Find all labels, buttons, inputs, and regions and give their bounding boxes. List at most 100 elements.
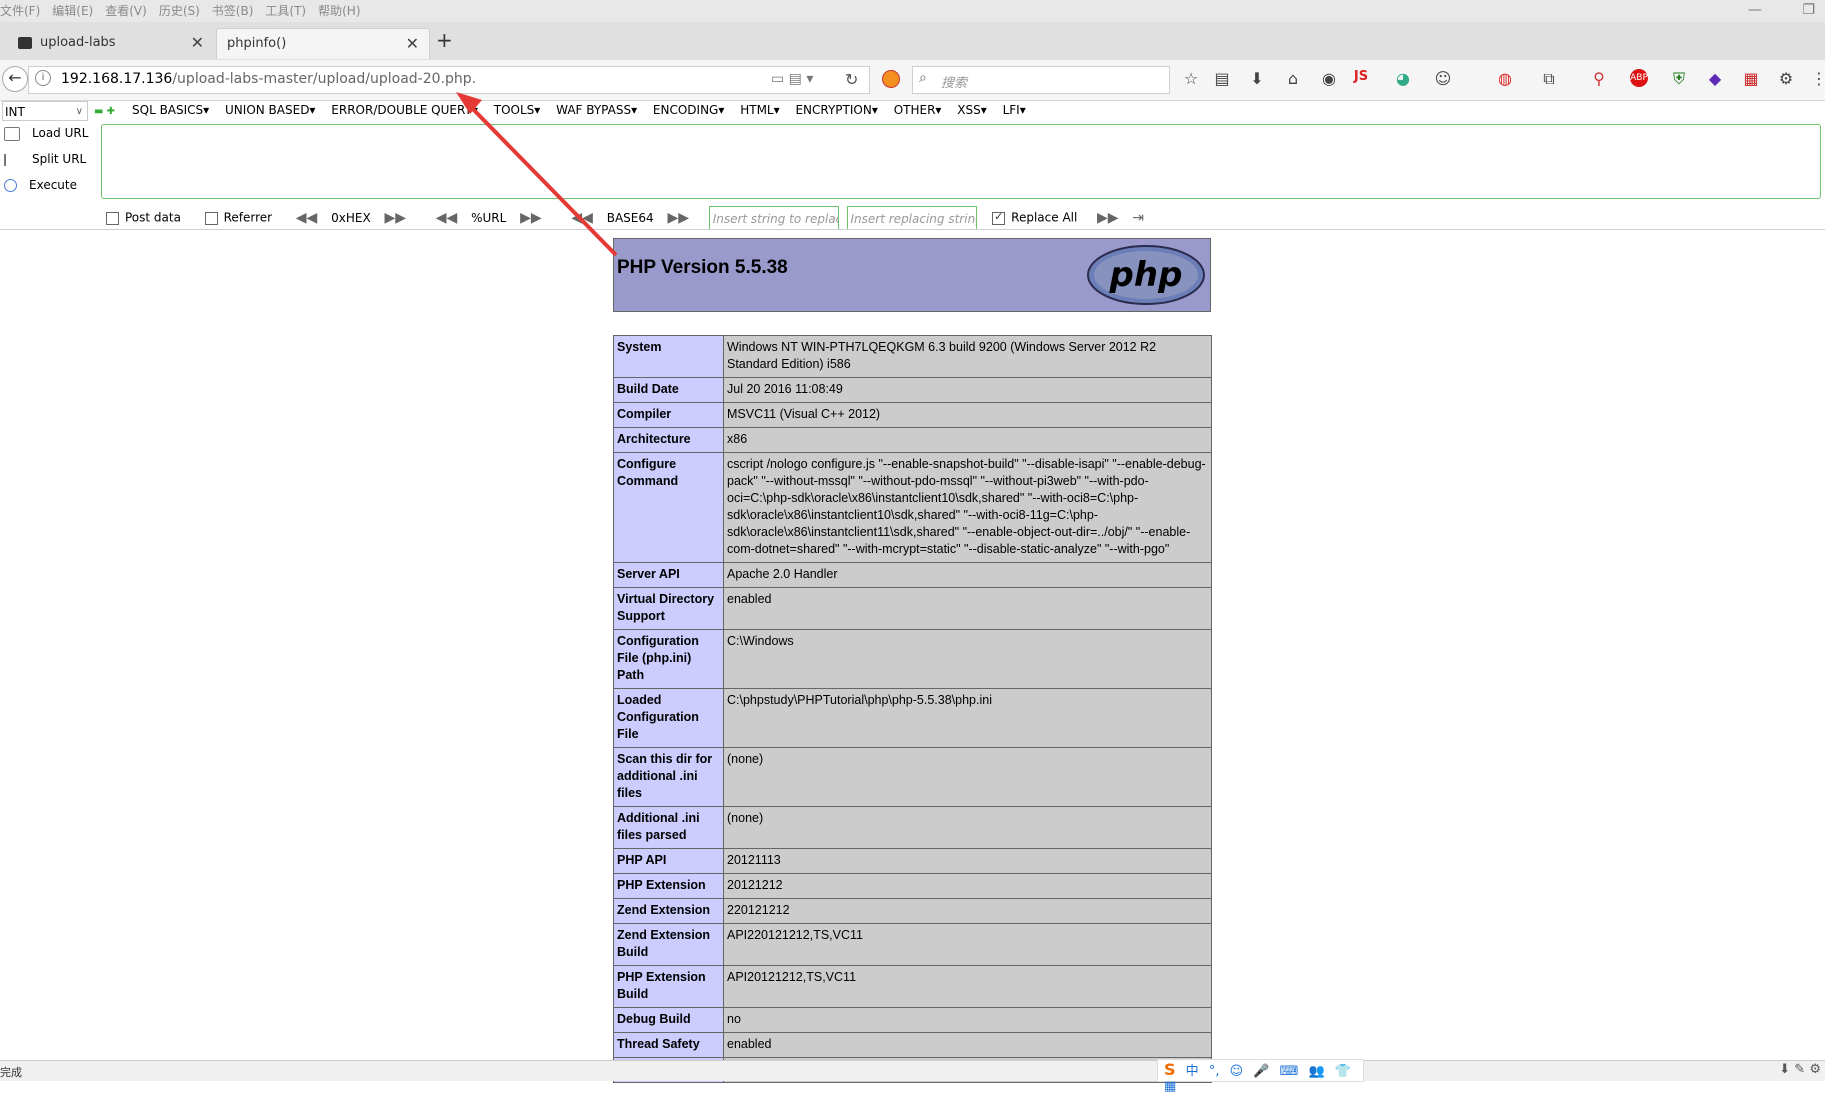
restore-button[interactable]: ❐ — [1802, 2, 1815, 18]
menu-lfi[interactable]: LFI▾ — [1003, 103, 1026, 117]
setting-value: C:\phpstudy\PHPTutorial\php\php-5.5.38\p… — [723, 688, 1212, 748]
replace-go-icon[interactable]: ▶▶ — [1097, 210, 1119, 226]
replace-with-input[interactable]: Insert replacing string — [846, 206, 977, 230]
shield-icon[interactable]: ⛨ — [1668, 69, 1690, 89]
new-tab-button[interactable]: + — [436, 28, 453, 52]
base64-label: BASE64 — [606, 210, 654, 225]
injection-type-select[interactable]: INT ∨ — [2, 101, 88, 121]
reading-list-icon[interactable]: ▤ — [1211, 69, 1233, 88]
plus-minus-icon[interactable]: ▬ ✚ — [94, 106, 115, 117]
menu-union-based[interactable]: UNION BASED▾ — [225, 103, 315, 117]
tab-phpinfo[interactable]: phpinfo() ✕ — [216, 28, 430, 59]
menu-item[interactable]: 帮助(H) — [318, 0, 366, 19]
execute-button[interactable]: Execute — [4, 178, 77, 192]
reader-view-icon[interactable]: ▭ ▤ ▾ — [771, 71, 813, 87]
url-text: 192.168.17.136/upload-labs-master/upload… — [61, 71, 476, 87]
setting-value: enabled — [723, 1032, 1212, 1058]
menu-item[interactable]: 查看(V) — [105, 0, 153, 19]
base64-encode-icon[interactable]: ▶▶ — [667, 210, 689, 226]
search-icon: ⌕ — [919, 70, 927, 86]
replace-find-input[interactable]: Insert string to replace — [708, 206, 839, 230]
minimize-button[interactable]: — — [1748, 2, 1762, 18]
screenshot-icon[interactable]: ⧉ — [1538, 69, 1560, 89]
url-encode-icon[interactable]: ▶▶ — [520, 210, 542, 226]
ime-toolbar: S 中 °, ☺ 🎤 ⌨ 👥 👕 ▦ — [1157, 1059, 1364, 1094]
url-path: /upload-labs-master/upload/upload-20.php… — [172, 71, 477, 87]
base64-decode-icon[interactable]: ◀◀ — [571, 210, 593, 226]
globe-icon[interactable]: ◉ — [1318, 69, 1340, 88]
replace-all-label: Replace All — [1011, 210, 1078, 225]
load-url-button[interactable]: Load URL — [4, 126, 88, 141]
ime-grid-icon[interactable]: ▦ — [1164, 1079, 1176, 1094]
menu-html[interactable]: HTML▾ — [740, 103, 779, 117]
ime-mic-icon[interactable]: 🎤 — [1253, 1064, 1269, 1079]
firebug-icon[interactable]: ◍ — [1494, 69, 1516, 88]
table-row: Configuration File (php.ini) Path C:\Wind… — [613, 629, 1212, 689]
menu-encoding[interactable]: ENCODING▾ — [653, 103, 724, 117]
download-icon[interactable]: ⬇ — [1779, 1062, 1790, 1077]
url-textarea[interactable] — [101, 124, 1821, 199]
menu-encryption[interactable]: ENCRYPTION▾ — [795, 103, 877, 117]
url-decode-icon[interactable]: ◀◀ — [436, 210, 458, 226]
divider — [0, 229, 1825, 230]
close-icon[interactable]: ✕ — [406, 29, 419, 59]
menu-item[interactable]: 编辑(E) — [52, 0, 99, 19]
ime-emoji-icon[interactable]: ☺ — [1230, 1064, 1244, 1079]
reload-icon[interactable]: ↻ — [845, 70, 858, 89]
star-icon[interactable]: ☆ — [1180, 69, 1202, 88]
menu-error-double-query[interactable]: ERROR/DOUBLE QUERY▾ — [331, 103, 478, 117]
menu-waf-bypass[interactable]: WAF BYPASS▾ — [556, 103, 637, 117]
download-icon[interactable]: ⬇ — [1246, 69, 1268, 88]
pin-icon[interactable]: ✎ — [1794, 1062, 1805, 1077]
home-icon[interactable]: ⌂ — [1282, 69, 1304, 88]
hex-encode-icon[interactable]: ▶▶ — [385, 210, 407, 226]
menu-xss[interactable]: XSS▾ — [957, 103, 986, 117]
noscript-icon[interactable] — [882, 70, 900, 88]
table-row: Debug Build no — [613, 1007, 1212, 1033]
table-row: Additional .ini files parsed (none) — [613, 806, 1212, 849]
setting-value: (none) — [723, 806, 1212, 849]
post-data-checkbox[interactable] — [106, 211, 119, 225]
gear-icon[interactable]: ⚙ — [1809, 1062, 1821, 1077]
menu-icon[interactable]: ⋮ — [1808, 69, 1825, 88]
referrer-checkbox[interactable] — [204, 211, 218, 225]
table-row: System Windows NT WIN-PTH7LQEQKGM 6.3 bui… — [613, 335, 1212, 378]
replace-all-checkbox[interactable] — [992, 210, 1006, 225]
search-input[interactable]: ⌕ 搜索 — [912, 66, 1170, 94]
table-row: Zend Extension Build API220121212,TS,VC11 — [613, 923, 1212, 966]
color-icon[interactable]: ▦ — [1740, 69, 1762, 88]
js-icon[interactable]: JS — [1350, 69, 1372, 84]
setting-name: Architecture — [613, 427, 724, 453]
url-bar[interactable]: i 192.168.17.136/upload-labs-master/uplo… — [28, 66, 870, 94]
menu-item[interactable]: 文件(F) — [0, 0, 46, 19]
ime-lang-icon[interactable]: 中 — [1186, 1060, 1199, 1079]
adblock-icon[interactable]: ABP — [1630, 69, 1648, 87]
ime-skin-icon[interactable]: 👕 — [1335, 1064, 1351, 1079]
split-url-button[interactable]: Split URL — [4, 152, 86, 166]
palette-icon[interactable]: ☺ — [1432, 69, 1454, 88]
setting-value: API220121212,TS,VC11 — [723, 923, 1212, 966]
proxy-icon[interactable]: ◕ — [1392, 69, 1414, 88]
zoom-icon[interactable]: ⚲ — [1588, 69, 1610, 88]
close-icon[interactable]: ✕ — [191, 28, 204, 58]
hex-decode-icon[interactable]: ◀◀ — [296, 210, 318, 226]
ime-punct-icon[interactable]: °, — [1209, 1064, 1220, 1079]
extension-icon[interactable]: ◆ — [1704, 69, 1726, 88]
menu-sql-basics[interactable]: SQL BASICS▾ — [132, 103, 209, 117]
php-logo-text: php — [1109, 255, 1183, 295]
info-icon[interactable]: i — [35, 70, 51, 86]
replace-next-icon[interactable]: ⇥ — [1132, 210, 1144, 226]
sogou-logo-icon[interactable]: S — [1164, 1060, 1176, 1079]
menu-other[interactable]: OTHER▾ — [894, 103, 942, 117]
menu-tools[interactable]: TOOLS▾ — [494, 103, 541, 117]
setting-name: Debug Build — [613, 1007, 724, 1033]
settings-icon[interactable]: ⚙ — [1775, 69, 1797, 88]
ime-user-icon[interactable]: 👥 — [1309, 1064, 1325, 1079]
menu-item[interactable]: 历史(S) — [159, 0, 206, 19]
menu-item[interactable]: 书签(B) — [212, 0, 260, 19]
menu-item[interactable]: 工具(T) — [265, 0, 312, 19]
back-button[interactable]: ← — [2, 66, 28, 92]
tab-upload-labs[interactable]: upload-labs ✕ — [6, 28, 214, 58]
table-row: Zend Extension 220121212 — [613, 898, 1212, 924]
ime-keyboard-icon[interactable]: ⌨ — [1280, 1064, 1299, 1079]
